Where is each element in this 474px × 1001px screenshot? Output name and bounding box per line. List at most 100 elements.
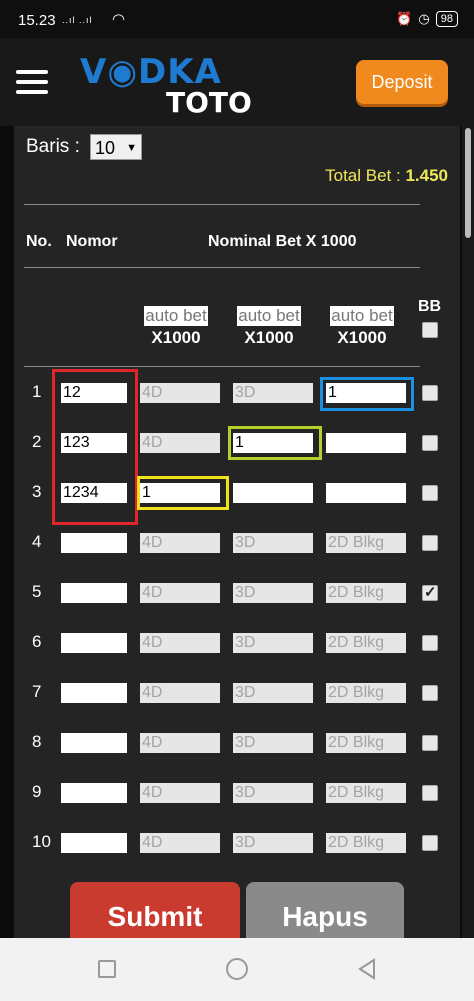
status-bar: 15.23 ..ıl ..ıl ◠ ⏰ ◷ 98 — [0, 0, 474, 38]
bet-input-3d[interactable]: 3D — [233, 783, 313, 803]
highlight-box-blue — [320, 377, 414, 411]
col-nominal-header: Nominal Bet X 1000 — [208, 233, 357, 250]
nomor-input[interactable] — [61, 683, 127, 703]
clock-icon: ◷ — [418, 11, 430, 26]
auto-bet-3d[interactable]: auto bet X1000 — [229, 306, 309, 348]
row-number: 3 — [32, 482, 42, 501]
bb-checkbox[interactable] — [422, 485, 438, 501]
nomor-input[interactable] — [61, 783, 127, 803]
baris-value: 10 — [95, 138, 116, 158]
nomor-input[interactable] — [61, 633, 127, 653]
total-bet-label: Total Bet : — [325, 166, 406, 185]
bet-input-2d[interactable]: 2D Blkg — [326, 733, 406, 753]
bet-input-3d[interactable]: 3D — [233, 833, 313, 853]
bet-input-3d[interactable]: 3D — [233, 383, 313, 403]
bet-input-2d[interactable]: 2D Blkg — [326, 533, 406, 553]
bet-input-4d[interactable]: 4D — [140, 633, 220, 653]
alarm-icon: ⏰ — [396, 11, 413, 26]
back-icon[interactable] — [356, 958, 378, 980]
scrollbar-thumb[interactable] — [465, 128, 471, 238]
bet-input-3d[interactable]: 3D — [233, 733, 313, 753]
recents-icon[interactable] — [98, 960, 116, 978]
bet-input-4d[interactable]: 4D — [140, 383, 220, 403]
bb-checkbox[interactable] — [422, 535, 438, 551]
logo-bottom: TOTO — [166, 86, 252, 119]
bb-checkbox[interactable] — [422, 635, 438, 651]
bb-checkbox[interactable] — [422, 583, 438, 601]
auto-bet-label: auto bet — [237, 306, 301, 326]
bb-checkbox[interactable] — [422, 435, 438, 451]
battery-icon: 98 — [435, 11, 458, 27]
bet-input-2d[interactable] — [326, 483, 406, 503]
signal-icon: ..ıl ..ıl — [62, 15, 93, 25]
bet-input-2d[interactable]: 2D Blkg — [326, 633, 406, 653]
bet-input-2d[interactable]: 2D Blkg — [326, 583, 406, 603]
bb-checkbox[interactable] — [422, 685, 438, 701]
menu-icon[interactable] — [16, 70, 48, 94]
scrollbar-track[interactable] — [462, 126, 474, 938]
nomor-input[interactable] — [61, 533, 127, 553]
col-nomor-label: Nomor — [66, 233, 118, 250]
row-number: 9 — [32, 782, 42, 801]
baris-label: Baris : — [26, 136, 80, 157]
bet-input-2d[interactable]: 2D Blkg — [326, 833, 406, 853]
divider — [24, 366, 420, 367]
home-icon[interactable] — [226, 958, 248, 980]
row-number: 6 — [32, 632, 42, 651]
auto-bet-label: auto bet — [144, 306, 208, 326]
row-number: 7 — [32, 682, 42, 701]
bet-input-3d[interactable]: 3D — [233, 683, 313, 703]
bb-checkbox[interactable] — [422, 735, 438, 751]
x1000-label: X1000 — [151, 328, 201, 347]
bet-input-4d[interactable]: 4D — [140, 783, 220, 803]
bet-input-3d[interactable]: 3D — [233, 583, 313, 603]
bb-all-checkbox[interactable] — [422, 322, 438, 338]
bet-form: Baris : 10 ▼ Total Bet : 1.450 No. Nomor… — [14, 126, 460, 938]
divider — [24, 204, 420, 205]
divider — [24, 267, 420, 268]
submit-button[interactable]: Submit — [70, 882, 240, 938]
bet-input-2d[interactable] — [326, 433, 406, 453]
baris-select[interactable]: 10 ▼ — [90, 134, 142, 160]
col-bb-header: BB — [418, 298, 442, 315]
hapus-button[interactable]: Hapus — [246, 882, 404, 938]
bet-input-4d[interactable]: 4D — [140, 833, 220, 853]
android-nav-bar — [0, 938, 474, 1001]
bet-input-2d[interactable]: 2D Blkg — [326, 783, 406, 803]
row-number: 1 — [32, 382, 42, 401]
row-number: 10 — [32, 832, 51, 851]
highlight-box-red — [52, 369, 138, 525]
row-number: 2 — [32, 432, 42, 451]
bb-checkbox[interactable] — [422, 785, 438, 801]
bet-input-4d[interactable]: 4D — [140, 583, 220, 603]
bet-input-4d[interactable]: 4D — [140, 433, 220, 453]
site-logo[interactable]: V◉DKA TOTO — [80, 52, 260, 119]
bet-input-3d[interactable]: 3D — [233, 633, 313, 653]
x1000-label: X1000 — [337, 328, 387, 347]
bet-input-4d[interactable]: 4D — [140, 683, 220, 703]
bb-checkbox[interactable] — [422, 385, 438, 401]
auto-bet-2d[interactable]: auto bet X1000 — [322, 306, 402, 348]
total-bet: Total Bet : 1.450 — [325, 166, 448, 186]
auto-bet-4d[interactable]: auto bet X1000 — [136, 306, 216, 348]
bet-input-4d[interactable]: 4D — [140, 533, 220, 553]
auto-bet-label: auto bet — [330, 306, 394, 326]
deposit-button[interactable]: Deposit — [356, 60, 448, 104]
nomor-input[interactable] — [61, 583, 127, 603]
wifi-icon: ◠ — [112, 11, 126, 28]
status-time: 15.23 — [18, 12, 56, 29]
bb-checkbox[interactable] — [422, 835, 438, 851]
top-navbar: V◉DKA TOTO Deposit — [0, 38, 474, 126]
bet-input-3d[interactable] — [233, 483, 313, 503]
nomor-input[interactable] — [61, 733, 127, 753]
bet-input-4d[interactable]: 4D — [140, 733, 220, 753]
caret-down-icon: ▼ — [126, 142, 137, 154]
row-number: 5 — [32, 582, 42, 601]
total-bet-value: 1.450 — [405, 166, 448, 185]
col-no-header: No. — [26, 233, 52, 250]
bet-input-3d[interactable]: 3D — [233, 533, 313, 553]
row-number: 4 — [32, 532, 42, 551]
bet-input-2d[interactable]: 2D Blkg — [326, 683, 406, 703]
highlight-box-green — [228, 426, 322, 460]
nomor-input[interactable] — [61, 833, 127, 853]
